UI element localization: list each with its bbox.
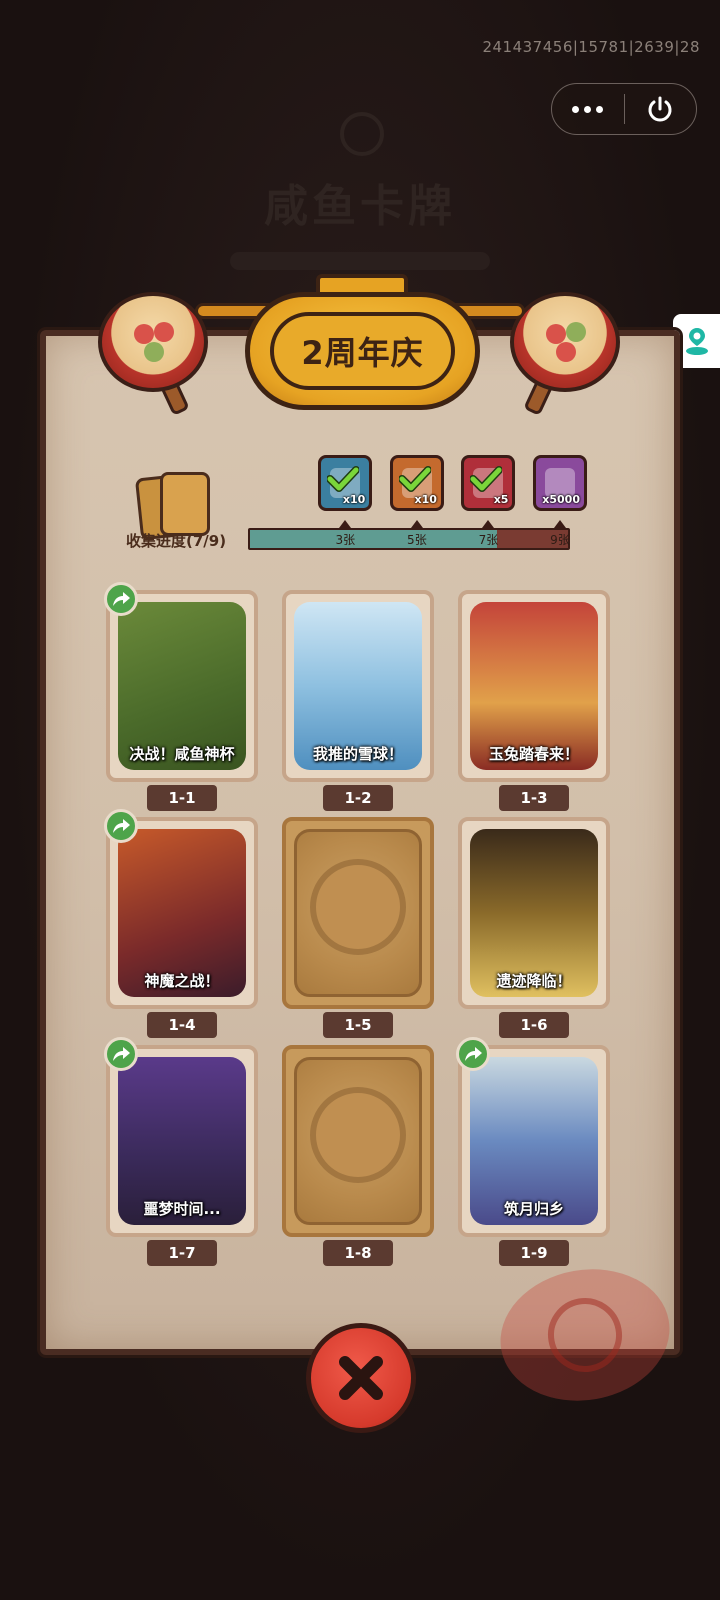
collection-card[interactable]: 神魔之战！ xyxy=(106,817,258,1009)
share-button[interactable] xyxy=(104,1037,138,1071)
drum-left xyxy=(98,292,208,392)
share-arrow-icon xyxy=(113,592,130,606)
reward-quantity: x5000 xyxy=(542,493,580,506)
card-illustration: 神魔之战！ xyxy=(118,829,246,997)
close-icon xyxy=(339,1356,383,1400)
card-caption: 噩梦时间... xyxy=(143,1200,221,1218)
locked-card[interactable] xyxy=(282,1045,434,1237)
check-icon xyxy=(470,466,503,492)
share-arrow-icon xyxy=(113,1047,130,1061)
card-illustration: 噩梦时间... xyxy=(118,1057,246,1225)
card-illustration: 筑月归乡 xyxy=(470,1057,598,1225)
check-icon xyxy=(327,466,360,492)
card-number: 1-5 xyxy=(323,1012,393,1038)
reward-quantity: x10 xyxy=(414,493,437,506)
milestone-marker xyxy=(410,520,423,528)
share-arrow-icon xyxy=(113,819,130,833)
milestone-reward[interactable]: x5 xyxy=(461,455,516,511)
card-illustration xyxy=(294,829,422,997)
share-button[interactable] xyxy=(104,809,138,843)
milestone-reward[interactable]: x5000 xyxy=(533,455,587,511)
collection-card[interactable]: 筑月归乡 xyxy=(458,1045,610,1237)
card-caption: 筑月归乡 xyxy=(503,1200,564,1218)
milestone-reward[interactable]: x10 xyxy=(389,455,444,511)
card-number: 1-8 xyxy=(323,1240,393,1266)
share-button[interactable] xyxy=(104,582,138,616)
check-icon xyxy=(398,466,431,492)
collection-card[interactable]: 我推的雪球！ xyxy=(282,590,434,782)
card-illustration: 决战！咸鱼神杯 xyxy=(118,602,246,770)
card-caption: 决战！咸鱼神杯 xyxy=(129,745,235,763)
event-title: 2周年庆 xyxy=(301,334,424,372)
session-id: 241437456|15781|2639|28 xyxy=(482,38,700,56)
background-subtitle xyxy=(230,252,490,270)
more-button[interactable] xyxy=(552,84,624,134)
event-banner: 2周年庆 xyxy=(245,292,480,410)
card-illustration: 遗迹降临！ xyxy=(470,829,598,997)
milestone-label: 9张 xyxy=(550,533,570,547)
background-title: 咸鱼卡牌 xyxy=(264,181,456,232)
exit-button[interactable] xyxy=(625,84,697,134)
share-button[interactable] xyxy=(456,1037,490,1071)
milestone-marker xyxy=(482,520,495,528)
collection-card[interactable]: 玉兔踏春来！ xyxy=(458,590,610,782)
reward-quantity: x10 xyxy=(342,493,366,506)
card-illustration: 玉兔踏春来！ xyxy=(470,602,598,770)
collection-card[interactable]: 决战！咸鱼神杯 xyxy=(106,590,258,782)
card-number: 1-4 xyxy=(147,1012,217,1038)
card-number: 1-2 xyxy=(323,785,393,811)
card-number: 1-9 xyxy=(499,1240,569,1266)
close-button[interactable] xyxy=(306,1323,416,1433)
power-icon xyxy=(648,96,672,122)
milestone-reward[interactable]: x10 xyxy=(318,455,373,511)
card-caption: 玉兔踏春来！ xyxy=(488,745,579,763)
milestone-marker xyxy=(339,520,352,528)
progress-fill xyxy=(250,530,498,548)
card-caption: 遗迹降临！ xyxy=(496,972,572,990)
card-number: 1-3 xyxy=(499,785,569,811)
background-logo xyxy=(340,112,384,156)
more-dots-icon xyxy=(572,105,580,113)
side-tab[interactable] xyxy=(673,314,720,368)
milestone-label: 7张 xyxy=(478,533,499,547)
card-illustration xyxy=(294,1057,422,1225)
reward-quantity: x5 xyxy=(493,493,509,506)
locked-card[interactable] xyxy=(282,817,434,1009)
milestone-label: 3张 xyxy=(335,533,356,547)
share-arrow-icon xyxy=(465,1047,482,1061)
card-number: 1-6 xyxy=(499,1012,569,1038)
mini-program-capsule xyxy=(551,83,697,135)
card-number: 1-1 xyxy=(147,785,217,811)
collection-card[interactable]: 遗迹降临！ xyxy=(458,817,610,1009)
fish-emblem-icon xyxy=(310,1086,406,1183)
card-illustration: 我推的雪球！ xyxy=(294,602,422,770)
milestone-marker xyxy=(554,520,566,528)
card-caption: 神魔之战！ xyxy=(144,972,220,990)
milestone-label: 5张 xyxy=(407,533,427,547)
fish-emblem-icon xyxy=(310,858,406,955)
card-caption: 我推的雪球！ xyxy=(312,745,403,763)
drum-right xyxy=(510,292,620,392)
card-number: 1-7 xyxy=(147,1240,217,1266)
map-pin-icon xyxy=(685,328,708,355)
collection-progress-label: 收集进度(7/9) xyxy=(126,532,227,550)
collection-card[interactable]: 噩梦时间... xyxy=(106,1045,258,1237)
